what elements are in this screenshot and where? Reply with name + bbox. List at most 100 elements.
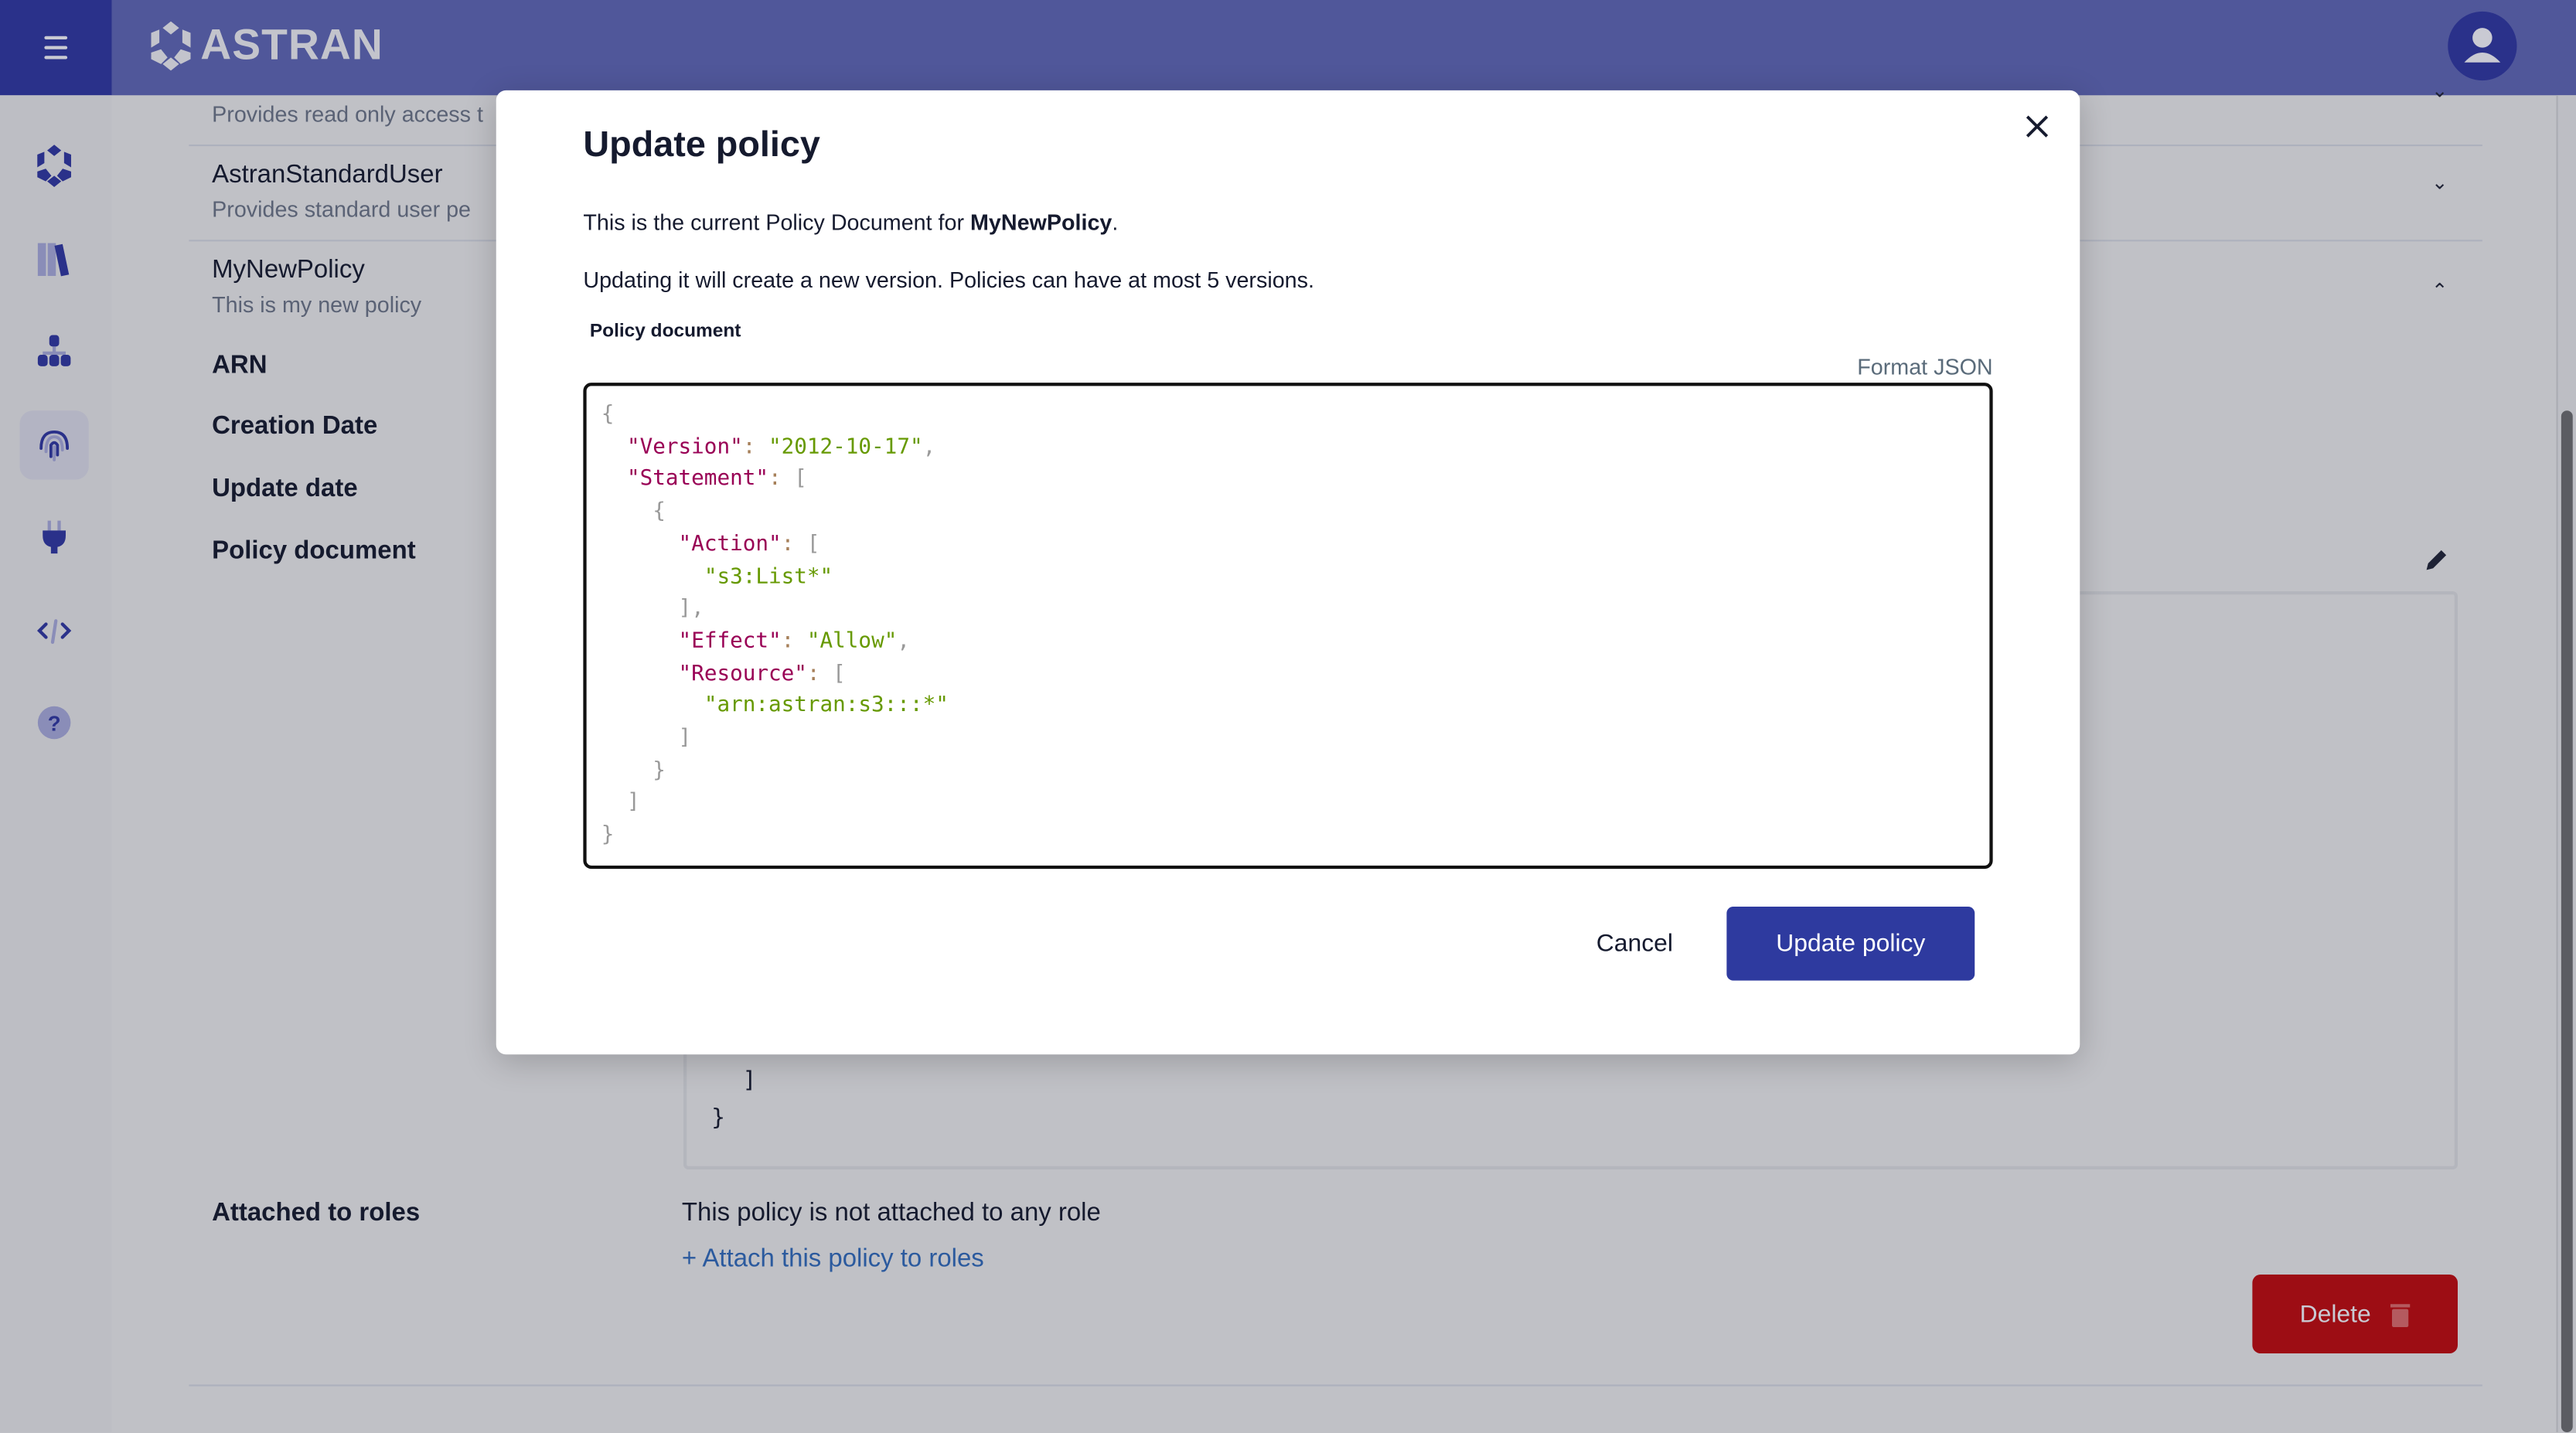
sidebar-item-identity[interactable] — [19, 410, 89, 480]
code-token: ], — [601, 596, 704, 621]
chevron-down-icon[interactable]: ⌄ — [2431, 79, 2448, 102]
code-line: ] — [601, 788, 1990, 820]
code-token: "Statement" — [627, 467, 768, 492]
delete-button[interactable]: Delete — [2252, 1275, 2458, 1353]
sidebar-item-organization[interactable] — [20, 317, 89, 386]
creation-date-label: Creation Date — [212, 412, 378, 441]
cancel-button[interactable]: Cancel — [1561, 907, 1709, 981]
update-policy-dialog: Update policy This is the current Policy… — [496, 90, 2080, 1055]
code-line: { — [601, 496, 1990, 529]
code-token: "Action" — [678, 532, 782, 557]
policy-name[interactable]: MyNewPolicy — [212, 257, 365, 286]
policy-description: Provides standard user pe — [212, 197, 472, 222]
code-line: { — [601, 399, 1990, 431]
update-policy-button[interactable]: Update policy — [1726, 907, 1975, 981]
code-token: , — [922, 434, 936, 460]
chevron-up-icon[interactable]: ⌃ — [2431, 279, 2448, 302]
fingerprint-icon — [39, 430, 70, 461]
sidebar-item-integrations[interactable] — [20, 502, 89, 571]
code-token: [ — [833, 661, 846, 686]
library-icon — [37, 243, 70, 277]
svg-text:?: ? — [48, 712, 61, 736]
code-line: ], — [601, 594, 1990, 626]
astran-logo-icon — [151, 20, 191, 70]
pencil-icon[interactable] — [2423, 547, 2449, 574]
code-token: } — [601, 822, 615, 848]
code-token: "2012-10-17" — [768, 434, 923, 460]
top-header: ASTRAN — [0, 0, 2576, 96]
sidebar-item-library[interactable] — [20, 225, 89, 294]
dialog-note: Updating it will create a new version. P… — [583, 267, 1314, 293]
code-token: ] — [601, 791, 640, 815]
code-line: "arn:astran:s3:::*" — [601, 690, 1990, 723]
attached-roles-value: This policy is not attached to any role — [681, 1199, 1101, 1227]
help-icon: ? — [37, 706, 71, 740]
format-json-button[interactable]: Format JSON — [1857, 355, 1992, 380]
user-avatar[interactable] — [2448, 11, 2517, 81]
json-brace: } — [711, 1105, 726, 1132]
description-text: This is the current Policy Document for — [583, 210, 971, 235]
policy-name[interactable]: AstranStandardUser — [212, 161, 442, 190]
code-token: } — [601, 758, 666, 784]
code-icon — [36, 619, 72, 644]
close-icon[interactable] — [2021, 110, 2054, 143]
code-token: ] — [601, 726, 692, 751]
sidebar-item-help[interactable]: ? — [20, 688, 89, 757]
chevron-down-icon[interactable]: ⌄ — [2431, 171, 2448, 194]
code-token: "Resource" — [678, 661, 807, 686]
code-token: : — [781, 628, 807, 654]
brand-logo[interactable]: ASTRAN — [148, 20, 383, 71]
code-token: "s3:List*" — [704, 563, 833, 589]
policy-document-label: Policy document — [212, 536, 416, 565]
hamburger-icon[interactable] — [0, 0, 112, 96]
code-line: } — [601, 755, 1990, 788]
code-line: "s3:List*" — [601, 561, 1990, 594]
code-line: ] — [601, 723, 1990, 755]
code-token: , — [897, 628, 910, 654]
code-token: : — [781, 532, 807, 557]
scrollbar-thumb[interactable] — [2561, 410, 2573, 1432]
code-token: : — [768, 467, 795, 492]
attached-roles-label: Attached to roles — [212, 1199, 421, 1227]
code-token: : — [806, 661, 833, 686]
json-bracket: ] — [742, 1067, 757, 1094]
policy-description: This is my new policy — [212, 292, 422, 318]
update-date-label: Update date — [212, 475, 358, 503]
brand-name: ASTRAN — [200, 19, 383, 70]
code-line: "Statement": [ — [601, 464, 1990, 496]
dialog-title: Update policy — [583, 123, 820, 165]
sidebar-item-developer[interactable] — [20, 596, 89, 665]
plug-icon — [43, 520, 66, 554]
divider — [189, 1384, 2482, 1387]
code-token: { — [601, 402, 615, 427]
app: ASTRAN ? Provides read only access t ⌄ A… — [0, 0, 2576, 1432]
code-token: "arn:astran:s3:::*" — [704, 693, 949, 719]
code-token: [ — [806, 532, 820, 557]
policy-document-editor[interactable]: { "Version": "2012-10-17", "Statement": … — [583, 383, 1993, 870]
code-token: { — [601, 499, 666, 525]
description-suffix: . — [1112, 210, 1119, 235]
code-line: } — [601, 820, 1990, 853]
delete-label: Delete — [2299, 1299, 2371, 1329]
code-line: "Version": "2012-10-17", — [601, 431, 1990, 464]
arn-label: ARN — [212, 351, 267, 380]
code-token: "Effect" — [678, 628, 782, 654]
hierarchy-icon — [37, 335, 71, 366]
user-icon — [2464, 28, 2501, 63]
code-line: "Action": [ — [601, 529, 1990, 561]
attach-policy-link[interactable]: + Attach this policy to roles — [682, 1245, 984, 1275]
code-token: "Version" — [627, 434, 743, 460]
dialog-description: This is the current Policy Document for … — [583, 210, 1118, 235]
code-token: "Allow" — [806, 628, 898, 654]
code-token: : — [742, 434, 769, 460]
sidebar-item-home[interactable] — [20, 131, 89, 200]
sidebar: ? — [0, 95, 112, 1432]
trash-icon — [2390, 1303, 2411, 1326]
